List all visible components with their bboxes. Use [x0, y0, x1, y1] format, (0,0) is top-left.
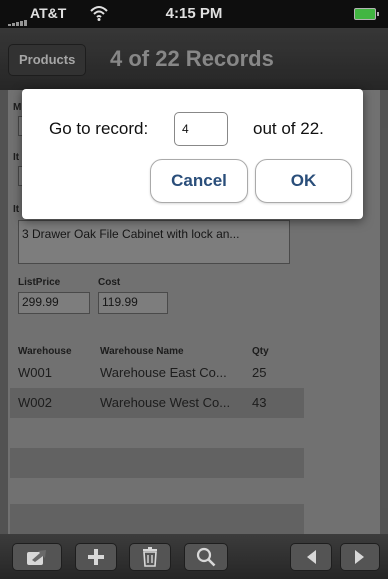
- dialog-prompt: Go to record:: [49, 119, 149, 138]
- list-price-field[interactable]: 299.99: [18, 292, 90, 314]
- page-title: 4 of 22 Records: [110, 46, 274, 71]
- warehouse-cell: W001: [18, 365, 52, 380]
- warehouse-name-column-header: Warehouse Name: [100, 346, 184, 357]
- bottom-toolbar: [0, 534, 388, 579]
- next-icon: [355, 550, 364, 564]
- record-number-input[interactable]: [174, 112, 228, 146]
- warehouse-name-cell: Warehouse West Co...: [100, 395, 231, 410]
- battery-icon: [354, 8, 379, 20]
- warehouse-cell: W002: [18, 395, 52, 410]
- table-row[interactable]: W002 Warehouse West Co... 43: [10, 388, 304, 418]
- cancel-button[interactable]: Cancel: [150, 159, 248, 203]
- status-bar: AT&T 4:15 PM: [0, 0, 388, 28]
- clock: 4:15 PM: [165, 5, 223, 22]
- ok-button[interactable]: OK: [255, 159, 352, 203]
- search-button[interactable]: [184, 543, 228, 571]
- products-back-button[interactable]: Products: [8, 44, 87, 76]
- export-button[interactable]: [12, 543, 62, 571]
- item-description-field[interactable]: 3 Drawer Oak File Cabinet with lock an..…: [18, 220, 290, 264]
- search-icon: [196, 547, 216, 567]
- add-icon: [88, 549, 104, 565]
- empty-row: [10, 504, 304, 534]
- empty-row: [10, 448, 304, 478]
- trash-icon: [143, 547, 157, 567]
- qty-cell: 25: [252, 365, 267, 380]
- previous-icon: [307, 550, 316, 564]
- qty-cell: 43: [252, 395, 267, 410]
- field-label-it2: It: [13, 204, 20, 215]
- cost-label: Cost: [98, 277, 121, 288]
- export-icon: [27, 550, 46, 565]
- previous-record-button[interactable]: [290, 543, 332, 571]
- cost-field[interactable]: 119.99: [98, 292, 168, 314]
- delete-record-button[interactable]: [129, 543, 171, 571]
- go-to-record-dialog: Go to record: out of 22. Cancel OK: [22, 89, 363, 219]
- add-record-button[interactable]: [75, 543, 117, 571]
- list-price-label: ListPrice: [18, 277, 61, 288]
- next-record-button[interactable]: [340, 543, 380, 571]
- dialog-suffix: out of 22.: [253, 119, 324, 138]
- warehouse-column-header: Warehouse: [18, 346, 72, 357]
- navigation-bar: Products 4 of 22 Records: [0, 28, 388, 90]
- table-row[interactable]: W001 Warehouse East Co... 25: [10, 358, 304, 388]
- field-label-it1: It: [13, 152, 20, 163]
- field-label-m: M: [13, 102, 22, 113]
- qty-column-header: Qty: [252, 346, 269, 357]
- warehouse-name-cell: Warehouse East Co...: [100, 365, 227, 380]
